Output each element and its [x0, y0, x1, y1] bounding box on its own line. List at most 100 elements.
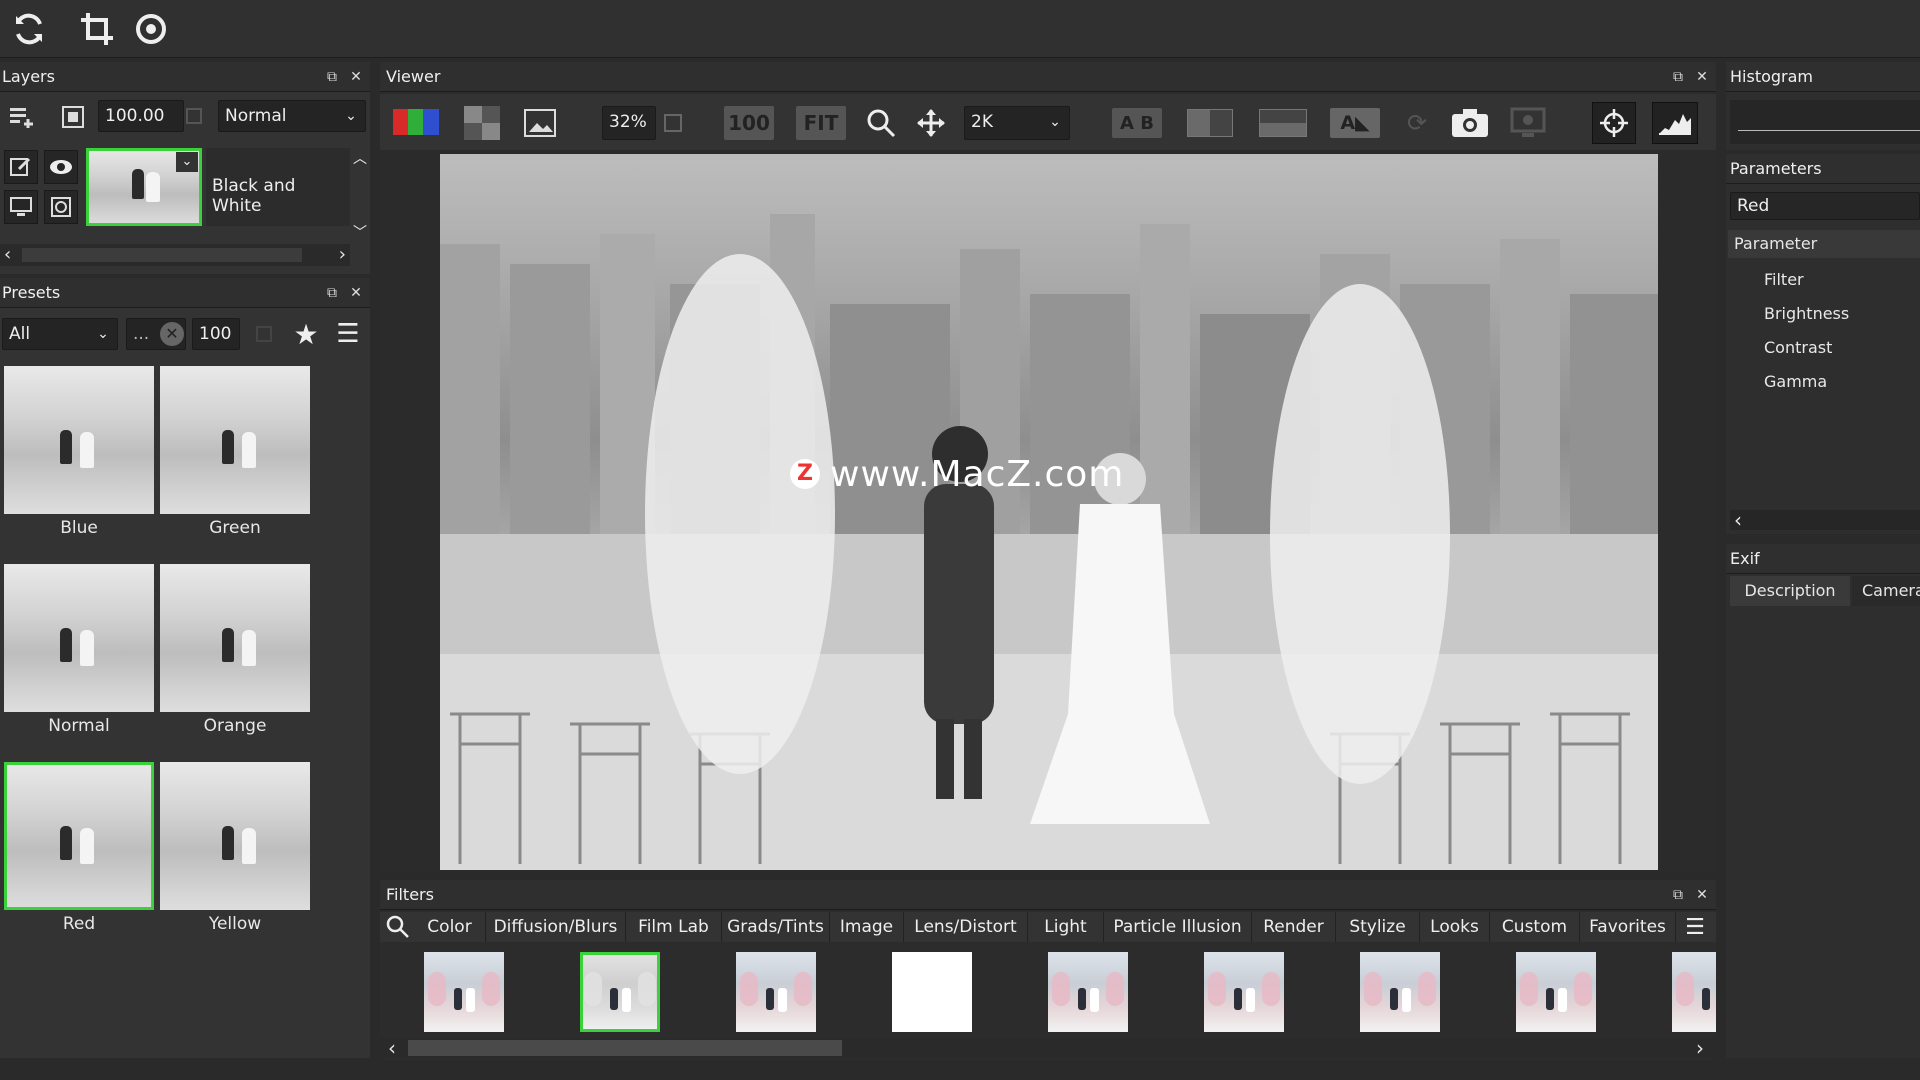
blend-mode-select[interactable]: Normal ⌄	[218, 100, 366, 132]
opacity-input[interactable]: 100.00	[98, 100, 184, 132]
add-layer-icon[interactable]	[6, 102, 36, 132]
edit-layer-icon[interactable]	[4, 150, 38, 184]
zoom-reset-icon[interactable]	[664, 114, 682, 132]
filter-thumb[interactable]	[424, 952, 504, 1032]
filter-tab[interactable]: Light	[1028, 912, 1104, 942]
filter-thumb[interactable]	[1360, 952, 1440, 1032]
ab-compare-button[interactable]: A B	[1112, 108, 1162, 138]
preset-tile-yellow[interactable]	[160, 762, 310, 910]
viewer-image[interactable]: Z www.MacZ.com	[440, 154, 1658, 870]
filter-tab[interactable]: Grads/Tints	[722, 912, 830, 942]
parameters-panel: Parameters Red Parameter Filter Brightne…	[1726, 154, 1920, 534]
mask-icon[interactable]	[44, 190, 78, 224]
filter-tab[interactable]: Looks	[1420, 912, 1490, 942]
a-overlay-icon[interactable]: A◣	[1330, 108, 1380, 138]
filter-tab[interactable]: Particle Illusion	[1104, 912, 1252, 942]
float-icon[interactable]: ⧉	[324, 69, 340, 85]
filter-tab[interactable]: Diffusion/Blurs	[486, 912, 626, 942]
filter-tab[interactable]: Color	[414, 912, 486, 942]
scroll-right-icon[interactable]: ›	[339, 244, 346, 266]
filter-search-icon[interactable]	[384, 914, 412, 940]
filter-tab[interactable]: Render	[1252, 912, 1336, 942]
image-icon[interactable]	[520, 106, 560, 140]
layers-hscrollbar[interactable]: ‹ ›	[0, 244, 350, 266]
favorite-star-icon[interactable]: ★	[290, 318, 322, 351]
layers-scroll-up-icon[interactable]: ︿	[350, 148, 370, 168]
filter-menu-icon[interactable]: ☰	[1680, 914, 1710, 940]
filter-thumb-blank[interactable]	[892, 952, 972, 1032]
filter-tab[interactable]: Stylize	[1336, 912, 1420, 942]
layer-menu-chevron-icon[interactable]: ⌄	[176, 152, 198, 172]
rotate-icon[interactable]	[130, 8, 172, 50]
preset-filter-select[interactable]: All ⌄	[2, 318, 118, 350]
pan-move-icon[interactable]	[914, 106, 948, 140]
checkerboard-icon[interactable]	[462, 106, 502, 140]
clear-search-icon[interactable]: ✕	[160, 322, 184, 346]
float-icon[interactable]: ⧉	[324, 285, 340, 301]
fit-layer-icon[interactable]	[58, 102, 88, 132]
thumb-size-input[interactable]: 100	[192, 318, 240, 350]
scroll-thumb[interactable]	[22, 248, 302, 262]
param-item[interactable]: Contrast	[1764, 338, 1832, 357]
filter-tab[interactable]: Image	[830, 912, 904, 942]
close-icon[interactable]: ✕	[348, 69, 364, 85]
rgb-channels-icon[interactable]	[392, 106, 440, 138]
filter-thumb[interactable]	[1516, 952, 1596, 1032]
split-vertical-icon[interactable]	[1186, 108, 1234, 138]
preset-tile-blue[interactable]	[4, 366, 154, 514]
split-horizontal-icon[interactable]	[1258, 108, 1308, 138]
exif-tab-camera[interactable]: Camera	[1852, 576, 1920, 606]
top-toolbar	[0, 0, 1920, 58]
filter-tab[interactable]: Custom	[1490, 912, 1580, 942]
exif-tab-description[interactable]: Description	[1730, 576, 1850, 606]
preset-tile-green[interactable]	[160, 366, 310, 514]
resolution-select[interactable]: 2K ⌄	[964, 106, 1070, 140]
float-icon[interactable]: ⧉	[1670, 887, 1686, 903]
preset-tile-orange[interactable]	[160, 564, 310, 712]
fit-button[interactable]: FIT	[796, 106, 846, 140]
filter-tab[interactable]: Favorites	[1580, 912, 1676, 942]
scroll-thumb[interactable]	[408, 1040, 842, 1056]
zoom-input[interactable]: 32%	[602, 106, 656, 140]
filter-tab[interactable]: Film Lab	[626, 912, 722, 942]
opacity-reset-icon[interactable]	[186, 108, 202, 124]
filter-thumb[interactable]	[1204, 952, 1284, 1032]
layers-scroll-down-icon[interactable]: ﹀	[350, 222, 370, 242]
layers-panel: Layers ⧉ ✕ 100.00 Normal ⌄ ⌄ Black and Wh…	[0, 62, 370, 274]
param-item[interactable]: Gamma	[1764, 372, 1827, 391]
filter-thumb[interactable]	[736, 952, 816, 1032]
filter-thumb[interactable]	[580, 952, 660, 1032]
thumb-size-reset-icon[interactable]	[256, 326, 272, 342]
parameters-hscrollbar[interactable]: ‹	[1730, 510, 1920, 530]
scroll-right-icon[interactable]: ›	[1696, 1038, 1704, 1058]
scroll-left-icon[interactable]: ‹	[4, 244, 11, 266]
filter-thumb[interactable]	[1672, 952, 1716, 1032]
param-item[interactable]: Brightness	[1764, 304, 1849, 323]
close-icon[interactable]: ✕	[348, 285, 364, 301]
layer-row[interactable]: Black and White	[206, 148, 350, 226]
filter-tab[interactable]: Lens/Distort	[904, 912, 1028, 942]
refresh-icon[interactable]	[8, 8, 50, 50]
eye-icon[interactable]	[44, 150, 78, 184]
scroll-left-icon[interactable]: ‹	[1734, 510, 1742, 530]
crop-icon[interactable]	[76, 8, 118, 50]
crosshair-icon[interactable]	[1592, 102, 1636, 144]
monitor-icon[interactable]	[4, 190, 38, 224]
zoom-magnifier-icon[interactable]	[864, 106, 898, 140]
close-icon[interactable]: ✕	[1694, 69, 1710, 85]
snapshot-camera-icon[interactable]	[1450, 106, 1490, 140]
close-icon[interactable]: ✕	[1694, 887, 1710, 903]
float-icon[interactable]: ⧉	[1670, 69, 1686, 85]
menu-icon[interactable]: ☰	[332, 318, 364, 350]
preset-tile-red[interactable]	[4, 762, 154, 910]
zoom-100-button[interactable]: 100	[724, 106, 774, 140]
histogram-toggle-icon[interactable]	[1652, 102, 1698, 144]
param-item[interactable]: Filter	[1764, 270, 1804, 289]
filters-hscrollbar[interactable]: ‹ ›	[380, 1038, 1716, 1058]
histogram-graph	[1730, 100, 1920, 144]
fit-label: FIT	[803, 111, 839, 135]
filter-thumb[interactable]	[1048, 952, 1128, 1032]
scroll-left-icon[interactable]: ‹	[388, 1038, 396, 1058]
preset-tile-normal[interactable]	[4, 564, 154, 712]
chevron-down-icon: ⌄	[97, 326, 109, 342]
